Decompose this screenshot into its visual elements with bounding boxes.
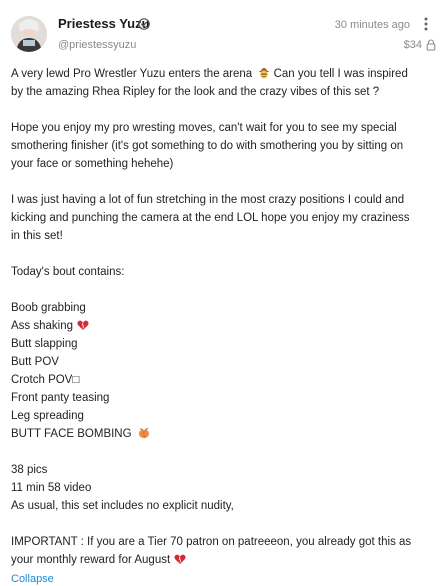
author-handle[interactable]: @priestessyuzu [58, 38, 136, 52]
author-name[interactable]: Priestess Yuzu [58, 16, 150, 32]
post-body: A very lewd Pro Wrestler Yuzu enters the… [11, 65, 439, 569]
body-text: Can you tell I was inspired [273, 68, 408, 80]
bout-heading: Today's bout contains: [11, 266, 125, 278]
body-text: A very lewd Pro Wrestler Yuzu enters the… [11, 68, 253, 80]
important-text: your monthly reward for August [11, 554, 171, 566]
body-line: smothering finisher (it's got something … [11, 140, 404, 152]
heart-emoji [174, 554, 186, 564]
stats-note: As usual, this set includes no explicit … [11, 500, 234, 512]
body-line: your face or something hehehe) [11, 158, 174, 170]
important-line: your monthly reward for August [11, 551, 439, 569]
avatar-photo-icon [11, 16, 47, 52]
bout-item: Front panty teasing [11, 392, 110, 404]
body-line: kicking and punching the camera at the e… [11, 212, 410, 224]
body-line: in this set! [11, 230, 63, 242]
important-line: IMPORTANT : If you are a Tier 70 patron … [11, 536, 412, 548]
bout-item: Ass shaking [11, 317, 439, 335]
stats-video: 11 min 58 video [11, 482, 92, 494]
stats-pics: 38 pics [11, 464, 48, 476]
heart-emoji [77, 320, 89, 330]
bout-item: Crotch POV□ [11, 374, 80, 386]
body-line: I was just having a lot of fun stretchin… [11, 194, 405, 206]
more-icon[interactable] [418, 16, 434, 32]
peach-emoji [138, 428, 149, 439]
verified-check-icon [138, 18, 150, 30]
body-line: Hope you enjoy my pro wresting moves, ca… [11, 122, 397, 134]
lock-icon [426, 39, 436, 51]
post-header: Priestess Yuzu @priestessyuzu 30 minutes… [0, 0, 444, 62]
bout-item-text: Ass shaking [11, 320, 74, 332]
bout-item: Butt slapping [11, 338, 78, 350]
bout-item: Leg spreading [11, 410, 84, 422]
bout-item-text: BUTT FACE BOMBING [11, 428, 132, 440]
bout-item: Boob grabbing [11, 302, 86, 314]
body-line: A very lewd Pro Wrestler Yuzu enters the… [11, 65, 439, 83]
post-timestamp: 30 minutes ago [334, 19, 410, 31]
avatar[interactable] [11, 16, 47, 52]
bout-item: Butt POV [11, 356, 59, 368]
post-price: $34 [403, 39, 422, 51]
body-line: by the amazing Rhea Ripley for the look … [11, 86, 380, 98]
cowboy-face-emoji [258, 68, 270, 79]
post-card: Priestess Yuzu @priestessyuzu 30 minutes… [0, 0, 444, 585]
bout-item: BUTT FACE BOMBING [11, 425, 439, 443]
